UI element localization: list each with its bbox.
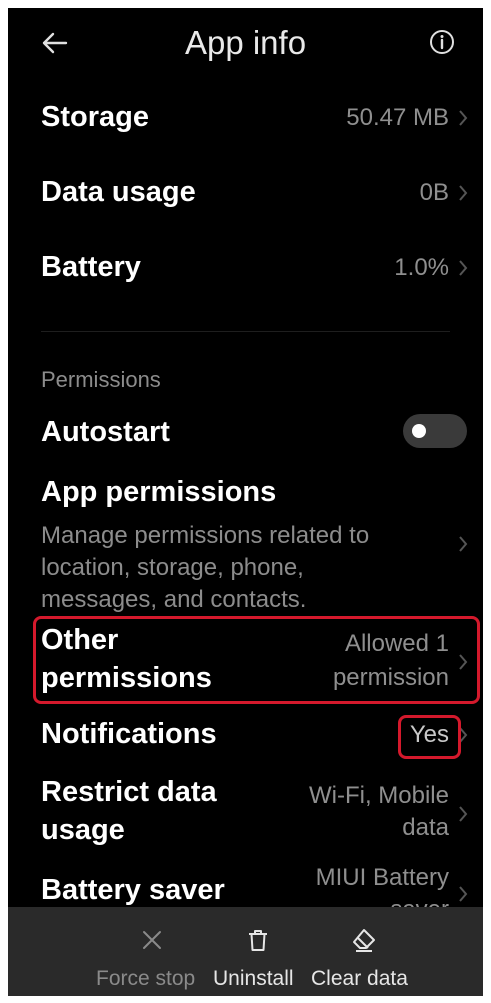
restrict-data-value-line2: data <box>402 814 449 841</box>
divider <box>41 331 450 332</box>
chevron-right-icon <box>457 183 469 203</box>
chevron-right-icon <box>457 258 469 278</box>
battery-row[interactable]: Battery 1.0% <box>8 248 483 288</box>
battery-value: 1.0% <box>394 254 449 281</box>
bottom-action-bar: Force stop Uninstall Clear data <box>8 907 483 996</box>
data-usage-row[interactable]: Data usage 0B <box>8 173 483 213</box>
close-icon <box>139 927 165 953</box>
data-usage-label: Data usage <box>41 176 196 208</box>
restrict-data-label-line2: usage <box>41 814 125 846</box>
data-usage-value: 0B <box>419 179 449 206</box>
chevron-right-icon <box>457 884 469 904</box>
chevron-right-icon <box>457 804 469 824</box>
battery-saver-label: Battery saver <box>41 874 225 906</box>
restrict-data-row[interactable]: Restrict data usage Wi-Fi, Mobile data <box>8 774 483 860</box>
trash-icon <box>245 927 271 953</box>
battery-label: Battery <box>41 251 141 283</box>
clear-data-label: Clear data <box>311 967 408 990</box>
notifications-label: Notifications <box>41 718 217 750</box>
autostart-toggle[interactable] <box>403 414 467 448</box>
uninstall-label: Uninstall <box>213 967 294 990</box>
highlight-box-notifications <box>398 715 461 759</box>
app-permissions-description: Manage permissions related to location, … <box>41 522 370 613</box>
permissions-section-label: Permissions <box>41 367 161 392</box>
chevron-right-icon <box>457 108 469 128</box>
storage-label: Storage <box>41 101 149 133</box>
force-stop-label: Force stop <box>96 967 196 990</box>
chevron-right-icon <box>457 534 469 554</box>
info-icon[interactable] <box>429 29 455 55</box>
page-title: App info <box>184 24 307 61</box>
header: App info <box>8 8 483 80</box>
eraser-icon <box>351 927 377 953</box>
storage-row[interactable]: Storage 50.47 MB <box>8 98 483 138</box>
storage-value: 50.47 MB <box>346 104 449 131</box>
restrict-data-label-line1: Restrict data <box>41 776 217 808</box>
toggle-knob <box>412 424 426 438</box>
app-info-screen: App info Storage 50.47 MB Data usage 0B … <box>8 8 483 996</box>
highlight-box-other-permissions <box>33 616 480 704</box>
autostart-label: Autostart <box>41 416 170 448</box>
app-permissions-label: App permissions <box>41 476 277 508</box>
battery-saver-value-line1: MIUI Battery <box>315 864 449 891</box>
restrict-data-value-line1: Wi-Fi, Mobile <box>308 782 449 809</box>
